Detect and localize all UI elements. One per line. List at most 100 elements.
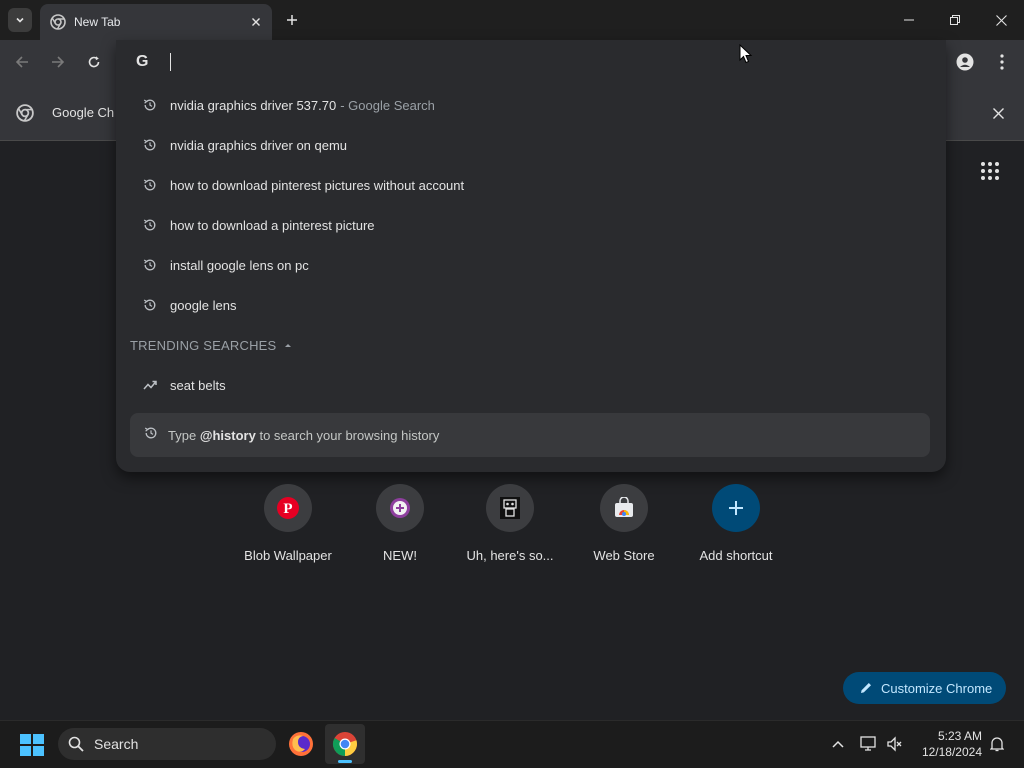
history-hint-prefix: Type: [168, 427, 197, 443]
new-tab-button[interactable]: [281, 9, 303, 31]
suggestion-text: nvidia graphics driver 537.70: [170, 97, 337, 113]
active-app-indicator: [338, 760, 352, 763]
trending-item[interactable]: seat belts: [130, 365, 930, 405]
google-apps-button[interactable]: [980, 161, 1000, 181]
shortcut-new[interactable]: NEW!: [345, 484, 455, 574]
suggestion-item[interactable]: how to download a pinterest picture: [130, 205, 930, 245]
customize-chrome-label: Customize Chrome: [881, 680, 993, 696]
tab-search-button[interactable]: [8, 8, 32, 32]
show-hidden-icons-button[interactable]: [829, 735, 847, 753]
mouse-cursor-icon: [739, 44, 753, 64]
omnibox-input[interactable]: [116, 40, 946, 85]
chrome-menu-button[interactable]: [994, 51, 1010, 73]
history-icon: [136, 258, 164, 272]
back-button[interactable]: [12, 52, 32, 72]
web-store-icon: [615, 497, 633, 517]
history-search-hint[interactable]: Type @history to search your browsing hi…: [130, 413, 930, 457]
add-shortcut-button[interactable]: Add shortcut: [681, 484, 791, 574]
suggestion-item[interactable]: nvidia graphics driver on qemu: [130, 125, 930, 165]
reload-button[interactable]: [84, 52, 104, 72]
customize-chrome-button[interactable]: Customize Chrome: [843, 672, 1006, 704]
restore-button[interactable]: [932, 0, 978, 40]
person-icon: [956, 53, 974, 71]
trending-searches-header[interactable]: TRENDING SEARCHES: [130, 336, 292, 354]
history-icon: [136, 298, 164, 312]
suggestion-text: install google lens on pc: [170, 257, 309, 273]
history-icon: [136, 218, 164, 232]
system-clock[interactable]: 5:23 AM 12/18/2024: [916, 728, 982, 760]
chevron-up-icon: [832, 740, 844, 748]
volume-muted-icon: [887, 736, 902, 752]
shortcut-blob-wallpaper[interactable]: P Blob Wallpaper: [233, 484, 343, 574]
history-hint-suffix: to search your browsing history: [259, 427, 440, 443]
chrome-icon: [50, 14, 66, 30]
add-icon: [729, 501, 743, 515]
history-hint-keyword: @history: [199, 427, 256, 443]
suggestion-item[interactable]: how to download pinterest pictures witho…: [130, 165, 930, 205]
search-icon: [68, 736, 84, 752]
trending-text: seat belts: [170, 377, 226, 393]
shortcut-label: Blob Wallpaper: [244, 548, 332, 563]
tab-close-button[interactable]: [248, 14, 264, 30]
firefox-icon: [289, 732, 313, 756]
suggestion-item[interactable]: install google lens on pc: [130, 245, 930, 285]
robot-icon: [500, 497, 520, 519]
history-icon: [136, 138, 164, 152]
forward-button[interactable]: [48, 52, 68, 72]
minimize-icon: [904, 19, 914, 21]
taskbar-app-firefox[interactable]: [281, 724, 321, 764]
shortcut-icon-circle: P: [264, 484, 312, 532]
title-bar: New Tab: [0, 0, 1024, 40]
trending-header-label: TRENDING SEARCHES: [130, 337, 277, 353]
shortcut-icon-circle: [600, 484, 648, 532]
taskbar-search-box[interactable]: Search: [58, 728, 276, 760]
close-icon: [995, 14, 1007, 26]
notifications-button[interactable]: [988, 735, 1006, 753]
network-button[interactable]: [860, 735, 878, 753]
suggestion-item[interactable]: nvidia graphics driver 537.70 - Google S…: [130, 85, 930, 125]
apps-grid-icon: [981, 162, 999, 180]
more-vert-icon: [1000, 54, 1004, 70]
history-icon: [136, 98, 164, 112]
network-icon: [860, 736, 876, 751]
tab-new-tab[interactable]: New Tab: [40, 4, 272, 40]
chrome-icon: [16, 104, 34, 122]
profile-button[interactable]: [954, 51, 976, 73]
clock-date: 12/18/2024: [921, 745, 982, 759]
minimize-button[interactable]: [886, 0, 932, 40]
shortcut-web-store[interactable]: Web Store: [569, 484, 679, 574]
caret-up-icon: [285, 344, 292, 347]
suggestion-text: nvidia graphics driver on qemu: [170, 137, 348, 153]
suggestion-text: google lens: [170, 297, 237, 313]
close-window-button[interactable]: [978, 0, 1024, 40]
svg-text:P: P: [283, 501, 292, 517]
shortcut-label: Uh, here's so...: [466, 548, 554, 563]
shortcut-label: Web Store: [593, 548, 655, 563]
suggestion-text: how to download a pinterest picture: [170, 217, 375, 233]
shortcut-label: Add shortcut: [699, 548, 773, 563]
windows-logo-icon: [20, 734, 44, 756]
pencil-icon: [861, 683, 871, 693]
suggestion-suffix: - Google Search: [340, 97, 435, 113]
info-bar-close-button[interactable]: [988, 103, 1008, 123]
google-g-icon: G: [136, 53, 149, 70]
start-button[interactable]: [20, 734, 44, 756]
shortcut-label: NEW!: [383, 548, 417, 563]
volume-button[interactable]: [886, 735, 904, 753]
history-hint-text: Type @history to search your browsing hi…: [168, 428, 439, 443]
arrow-right-icon: [52, 56, 65, 68]
info-bar-text: Google Ch: [52, 105, 115, 120]
tab-title: New Tab: [74, 15, 121, 29]
shortcut-icon-circle: [486, 484, 534, 532]
arrow-left-icon: [15, 56, 28, 68]
plus-icon: [287, 15, 297, 25]
suggestion-item[interactable]: google lens: [130, 285, 930, 325]
shortcut-icon-circle: [376, 484, 424, 532]
shortcut-icon-circle: [712, 484, 760, 532]
taskbar-app-chrome[interactable]: [325, 724, 365, 764]
plus-circle-icon: [390, 498, 410, 518]
pinterest-icon: P: [277, 497, 299, 519]
shortcut-uh-heres-so[interactable]: Uh, here's so...: [455, 484, 565, 574]
chevron-down-icon: [16, 17, 24, 23]
reload-icon: [88, 56, 100, 68]
